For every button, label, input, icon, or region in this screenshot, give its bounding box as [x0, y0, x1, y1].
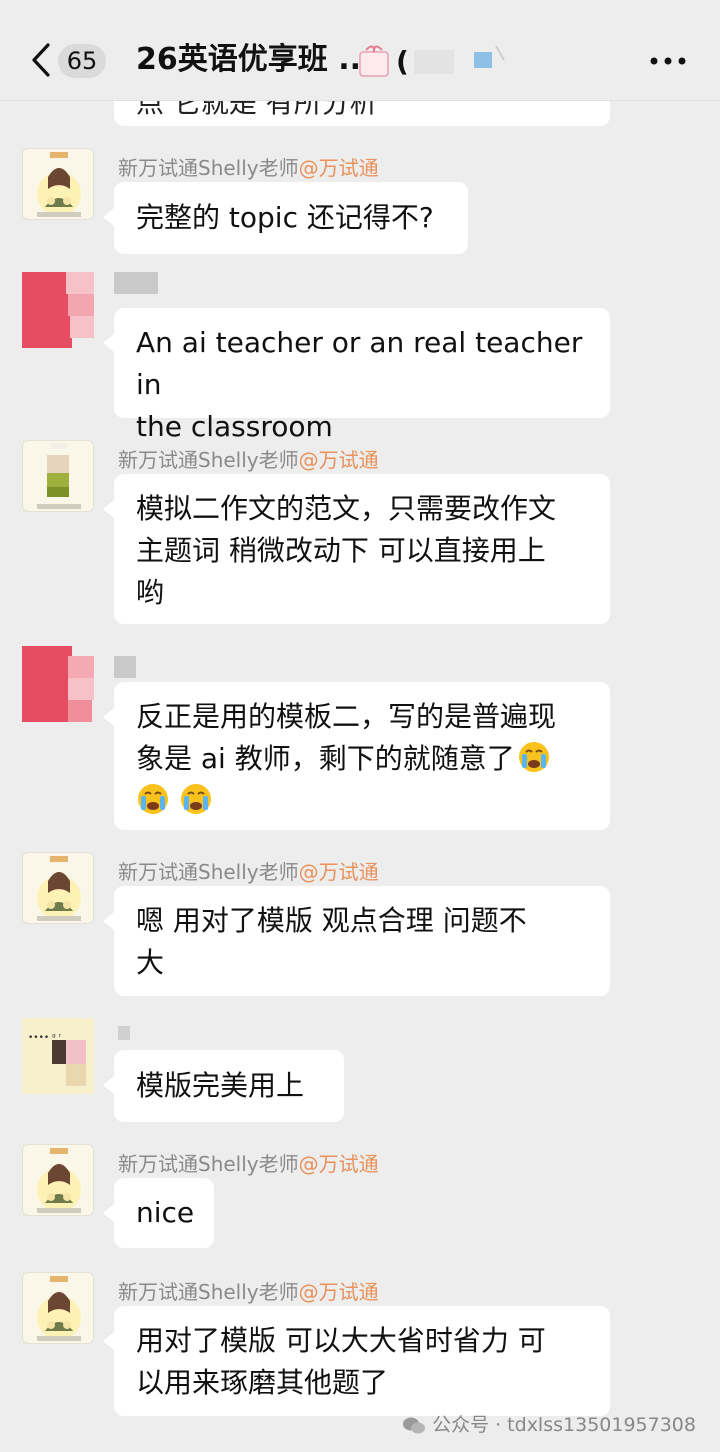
message-bubble[interactable]: 模拟二作文的范文，只需要改作文 主题词 稍微改动下 可以直接用上 哟: [103, 474, 610, 624]
message-text: 象是 ai 教师，剩下的就随意了: [136, 738, 588, 780]
message-bubble[interactable]: 反正是用的模板二，写的是普遍现 象是 ai 教师，剩下的就随意了: [103, 682, 610, 830]
message-text: 以用来琢磨其他题了: [136, 1366, 389, 1399]
message-text: the classroom: [136, 410, 333, 443]
message-text: nice: [136, 1196, 195, 1229]
sender-name: 新万试通Shelly老师@万试通: [118, 1148, 379, 1177]
sender-name-text: 新万试通Shelly老师: [118, 156, 299, 180]
message-bubble[interactable]: nice: [103, 1178, 214, 1248]
sender-name-text: 新万试通Shelly老师: [118, 860, 299, 884]
message-text-line: 象是 ai 教师，剩下的就随意了: [136, 742, 515, 775]
message-text: 模拟二作文的范文，只需要改作文: [136, 492, 557, 525]
sender-name: 新万试通Shelly老师@万试通: [118, 152, 379, 181]
message-bubble[interactable]: An ai teacher or an real teacher in the …: [103, 308, 610, 443]
sender-name-text: 新万试通Shelly老师: [118, 1280, 299, 1304]
chevron-left-icon[interactable]: [30, 42, 52, 78]
teacher-avatar[interactable]: [22, 1144, 94, 1216]
svg-text:(: (: [396, 45, 409, 78]
emoji-row: [136, 780, 588, 822]
sender-tag: @万试通: [298, 156, 379, 180]
sender-tag: @万试通: [298, 1280, 379, 1304]
user-avatar[interactable]: [22, 272, 94, 348]
sender-name-text: 新万试通Shelly老师: [118, 1152, 299, 1176]
sender-tag: @万试通: [298, 860, 379, 884]
sender-name-text: 新万试通Shelly老师: [118, 448, 299, 472]
blurred-sender-name: [114, 272, 158, 294]
message-text: 哟: [136, 576, 165, 609]
teacher-avatar[interactable]: [22, 1272, 94, 1344]
sender-name: 新万试通Shelly老师@万试通: [118, 1276, 379, 1305]
teacher-avatar-icon: [37, 152, 81, 217]
user-avatar[interactable]: [22, 646, 94, 722]
message-text: 主题词 稍微改动下 可以直接用上: [136, 534, 546, 567]
teacher-avatar-icon: [37, 1148, 81, 1213]
message-text: 完整的 topic 还记得不?: [136, 201, 434, 234]
chat-title: 26英语优享班 ...: [136, 42, 373, 77]
message-bubble[interactable]: 完整的 topic 还记得不?: [103, 182, 468, 254]
unread-count-badge[interactable]: 65: [58, 44, 106, 78]
message-text: 用对了模版 可以大大省时省力 可: [136, 1324, 546, 1357]
loudly-crying-face-icon: [138, 784, 168, 814]
teacher-avatar-icon: [37, 443, 81, 509]
user-avatar[interactable]: •••• ᵍ ʳ: [22, 1018, 94, 1094]
blurred-sender-name: [118, 1026, 130, 1040]
more-icon[interactable]: [650, 56, 686, 66]
teacher-avatar[interactable]: [22, 148, 94, 220]
loudly-crying-face-icon: [180, 784, 211, 814]
teacher-avatar-icon: [37, 856, 81, 921]
teacher-avatar[interactable]: [22, 852, 94, 924]
message-bubble[interactable]: 用对了模版 可以大大省时省力 可 以用来琢磨其他题了: [103, 1306, 610, 1416]
sender-tag: @万试通: [298, 1152, 379, 1176]
teacher-avatar-icon: [37, 1276, 81, 1341]
gift-emoji-icon: (: [359, 45, 505, 78]
message-text: An ai teacher or an real teacher in: [136, 326, 583, 401]
blurred-sender-name: [114, 656, 136, 678]
message-bubble[interactable]: 嗯 用对了模版 观点合理 问题不 大: [103, 886, 610, 996]
message-text: 嗯 用对了模版 观点合理 问题不: [136, 904, 527, 937]
message-text: 反正是用的模板二，写的是普遍现: [136, 700, 557, 733]
sender-tag: @万试通: [298, 448, 379, 472]
sender-name: 新万试通Shelly老师@万试通: [118, 856, 379, 885]
teacher-avatar[interactable]: [22, 440, 94, 512]
watermark: 公众号 · tdxlss13501957308: [402, 1410, 696, 1437]
message-text: 模版完美用上: [136, 1069, 305, 1102]
message-text: 大: [136, 946, 165, 979]
wechat-official-account-icon: [403, 1417, 426, 1433]
message-bubble[interactable]: 模版完美用上: [103, 1050, 344, 1122]
loudly-crying-face-icon: [518, 742, 549, 772]
chat-header: 65 26英语优享班 ... (: [0, 0, 720, 101]
watermark-text: 公众号 · tdxlss13501957308: [432, 1414, 696, 1436]
sender-name: 新万试通Shelly老师@万试通: [118, 444, 379, 473]
